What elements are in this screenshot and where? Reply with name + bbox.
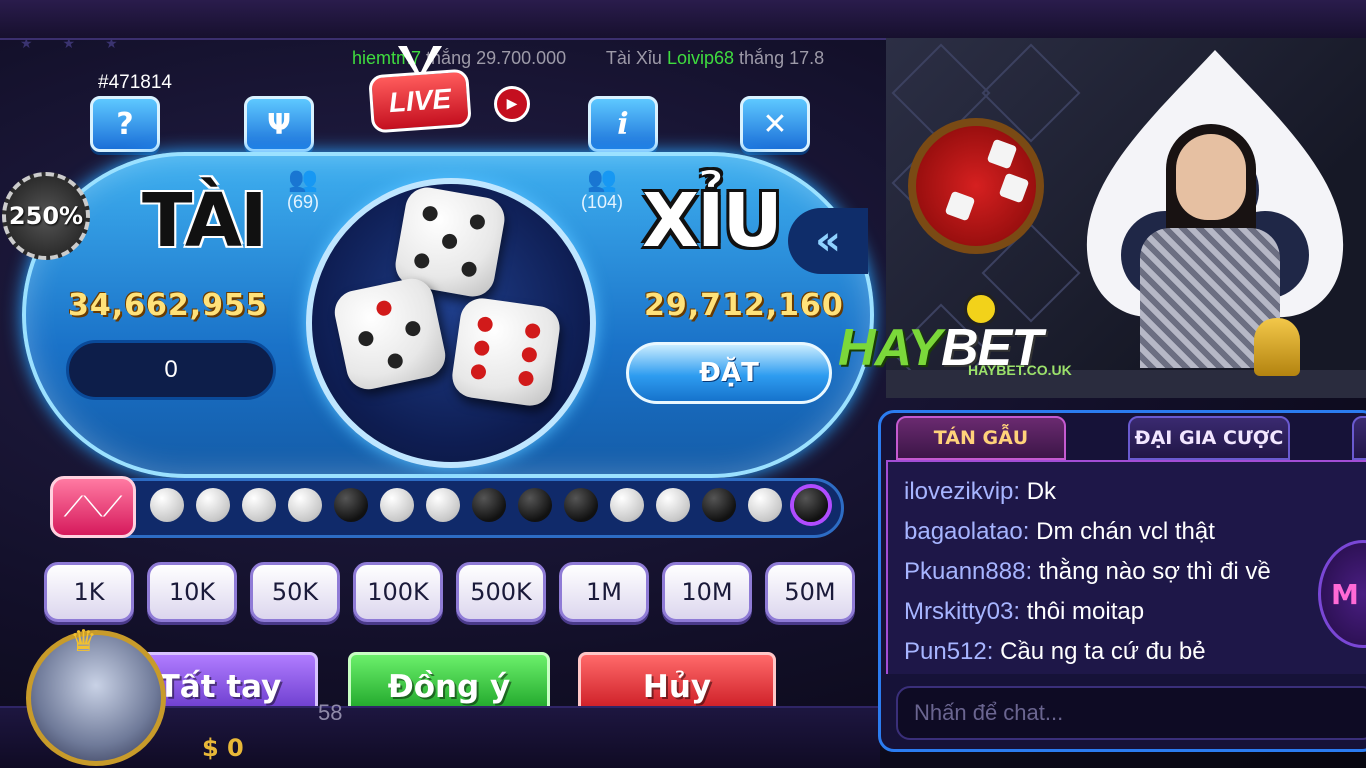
chat-username[interactable]: ilovezikvip:	[904, 478, 1020, 505]
ticker-user: Loivip68	[666, 48, 735, 68]
info-button[interactable]: i	[588, 96, 658, 152]
play-icon[interactable]: ▶	[494, 86, 530, 122]
xiu-player-count: (104)	[580, 192, 624, 212]
chip-button[interactable]: 10M	[662, 562, 752, 622]
live-button[interactable]: LIVE	[368, 68, 472, 134]
ticker-game: Tài Xỉu	[605, 48, 662, 68]
tab-more[interactable]	[1352, 416, 1366, 460]
history-dot-black	[472, 488, 506, 522]
bonus-badge[interactable]: 250%	[2, 172, 90, 260]
ticker-amount: 17.8	[789, 48, 825, 68]
history-dot-black	[334, 488, 368, 522]
chip-button[interactable]: 100K	[353, 562, 443, 622]
chat-username[interactable]: bagaolatao:	[904, 518, 1029, 545]
brand-url: HAYBET.CO.UK	[968, 362, 1072, 378]
players-icon: 👥	[288, 166, 318, 193]
chat-input[interactable]: Nhấn để chat...	[896, 686, 1366, 740]
chat-text: Dk	[1026, 478, 1057, 505]
chat-text: Cầu ng ta cứ đu bẻ	[1000, 638, 1206, 665]
close-button[interactable]: ✕	[740, 96, 810, 152]
info-icon: i	[617, 106, 629, 142]
players-icon: 👥	[587, 166, 617, 193]
xiu-players: 👥 (104)	[575, 168, 629, 213]
trend-chart-button[interactable]: ⟋⟍⟋	[50, 476, 136, 538]
xiu-label: XỈU	[642, 178, 783, 264]
ticker-verb: thắng	[739, 48, 785, 68]
history-dot-white	[380, 488, 414, 522]
help-icon: ?	[116, 106, 134, 142]
xiu-total: 29,712,160	[644, 288, 844, 323]
brand-hay: HAY	[838, 319, 942, 377]
chip-button[interactable]: 500K	[456, 562, 546, 622]
collapse-button[interactable]: «	[788, 208, 868, 274]
chat-text: Dm chán vcl thật	[1036, 518, 1215, 545]
chat-message: Pun512: Cầu ng ta cứ đu bẻ	[904, 638, 1206, 666]
star-decoration: ★★★	[20, 36, 148, 52]
chat-username[interactable]: Pun512:	[904, 638, 993, 665]
history-dot-white	[242, 488, 276, 522]
live-label: LIVE	[387, 82, 453, 119]
close-icon: ✕	[762, 106, 788, 142]
history-dot-white	[656, 488, 690, 522]
history-dot-white	[426, 488, 460, 522]
xiu-bet-button[interactable]: ĐẶT	[626, 342, 832, 404]
chip-button[interactable]: 50K	[250, 562, 340, 622]
history-dot-black	[518, 488, 552, 522]
partial-number: 58	[318, 700, 343, 725]
tai-bet-input[interactable]: 0	[66, 340, 276, 400]
leaderboard-button[interactable]: Ψ	[244, 96, 314, 152]
dealer-face	[1176, 134, 1246, 220]
dice-shaker-icon	[1254, 318, 1300, 376]
chip-button[interactable]: 50M	[765, 562, 855, 622]
ticker-amount: 29.700.000	[476, 48, 567, 68]
chat-message: Pkuann888: thằng nào sợ thì đi về	[904, 558, 1271, 586]
history-dot-white	[150, 488, 184, 522]
trophy-icon: Ψ	[267, 107, 291, 141]
player-balance: $ 0	[202, 734, 244, 762]
tai-label: TÀI	[142, 178, 268, 264]
tai-player-count: (69)	[286, 192, 319, 212]
chip-button[interactable]: 10K	[147, 562, 237, 622]
history-dot-black	[702, 488, 736, 522]
chip-button[interactable]: 1M	[559, 562, 649, 622]
session-id: #471814	[98, 72, 172, 93]
chat-text: thôi moitap	[1026, 598, 1145, 625]
tai-players: 👥 (69)	[278, 168, 328, 213]
tab-big-bettors[interactable]: ĐẠI GIA CƯỢC	[1128, 416, 1290, 460]
game-screen: ★★★ hiemtm7 thắng 29.700.000 Tài Xỉu Loi…	[0, 0, 1366, 768]
history-dot-white	[748, 488, 782, 522]
history-dot-black	[564, 488, 598, 522]
tab-chat[interactable]: TÁN GẪU	[896, 416, 1066, 460]
crown-icon: ♛	[70, 624, 97, 659]
chat-username[interactable]: Pkuann888:	[904, 558, 1032, 585]
top-banner: ★★★	[0, 0, 1366, 52]
chat-username[interactable]: Mrskitty03:	[904, 598, 1020, 625]
history-dot-white	[196, 488, 230, 522]
history-dot-black	[794, 488, 828, 522]
chat-message: Mrskitty03: thôi moitap	[904, 598, 1144, 626]
help-button[interactable]: ?	[90, 96, 160, 152]
history-dot-white	[610, 488, 644, 522]
tai-total: 34,662,955	[68, 288, 268, 323]
chat-message: bagaolatao: Dm chán vcl thật	[904, 518, 1215, 546]
chat-text: thằng nào sợ thì đi về	[1038, 558, 1271, 585]
history-dot-white	[288, 488, 322, 522]
trend-icon: ⟋⟍⟋	[63, 490, 123, 523]
chat-message: ilovezikvip: Dk	[904, 478, 1056, 506]
die-right	[449, 295, 563, 409]
die-left	[330, 274, 450, 394]
chip-button[interactable]: 1K	[44, 562, 134, 622]
